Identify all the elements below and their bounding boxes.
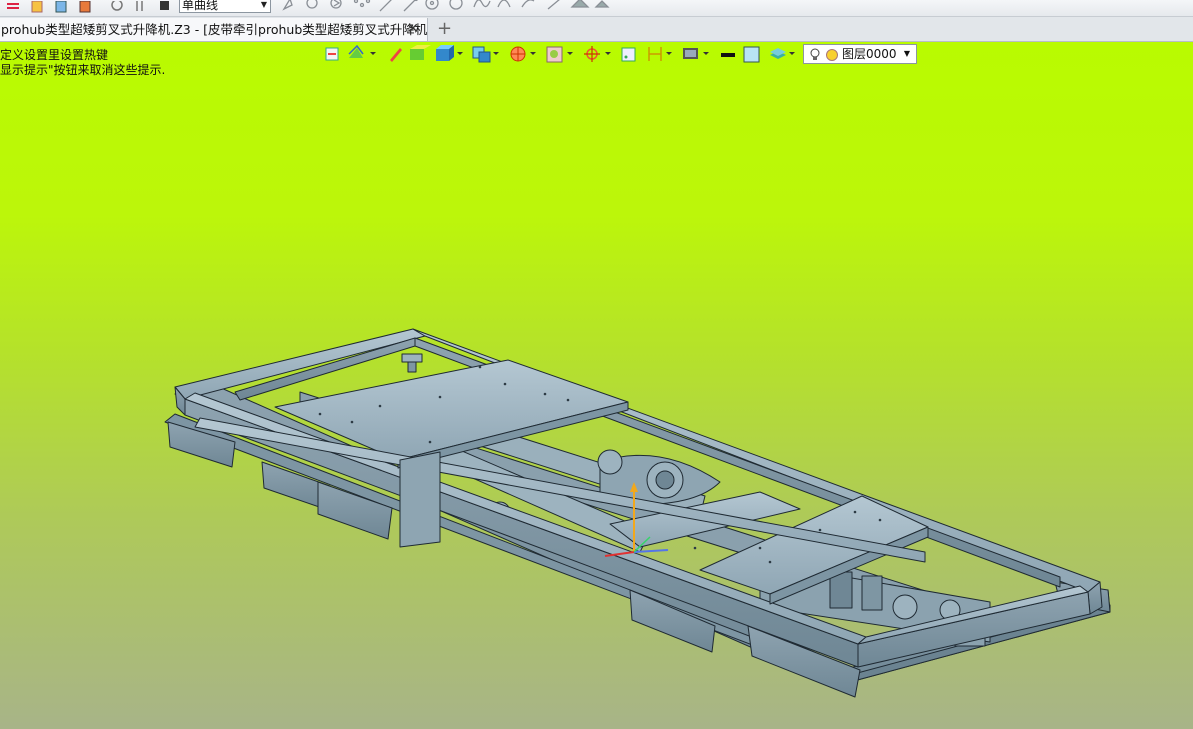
curve-tool-icons[interactable] bbox=[280, 0, 610, 13]
close-icon[interactable]: ✕ bbox=[407, 18, 419, 41]
ribbon-strip: 单曲线 ▼ bbox=[0, 0, 1193, 17]
document-tab[interactable]: prohub类型超矮剪叉式升降机.Z3 - [皮带牵引prohub类型超矮剪叉式… bbox=[0, 18, 428, 41]
stop-icon[interactable] bbox=[158, 0, 170, 10]
menu-icon[interactable] bbox=[6, 0, 19, 10]
chevron-down-icon: ▼ bbox=[260, 0, 267, 9]
new-file-icon[interactable] bbox=[30, 0, 43, 13]
curve-mode-value: 单曲线 bbox=[182, 0, 219, 12]
3d-viewport[interactable]: 定义设置里设置热键 显示提示"按钮来取消这些提示. 图层0000 ▼ bbox=[0, 42, 1193, 729]
document-tab-title: prohub类型超矮剪叉式升降机.Z3 - [皮带牵引prohub类型超矮剪叉式… bbox=[1, 22, 428, 37]
save-icon[interactable] bbox=[78, 0, 91, 13]
scissor-lift-model[interactable] bbox=[0, 42, 1193, 729]
open-file-icon[interactable] bbox=[54, 0, 67, 13]
curve-mode-select[interactable]: 单曲线 ▼ bbox=[179, 0, 271, 13]
add-tab-button[interactable]: + bbox=[437, 18, 452, 40]
document-tab-bar: prohub类型超矮剪叉式升降机.Z3 - [皮带牵引prohub类型超矮剪叉式… bbox=[0, 17, 1193, 42]
redo-icon[interactable] bbox=[134, 0, 146, 11]
undo-icon[interactable] bbox=[110, 0, 123, 11]
